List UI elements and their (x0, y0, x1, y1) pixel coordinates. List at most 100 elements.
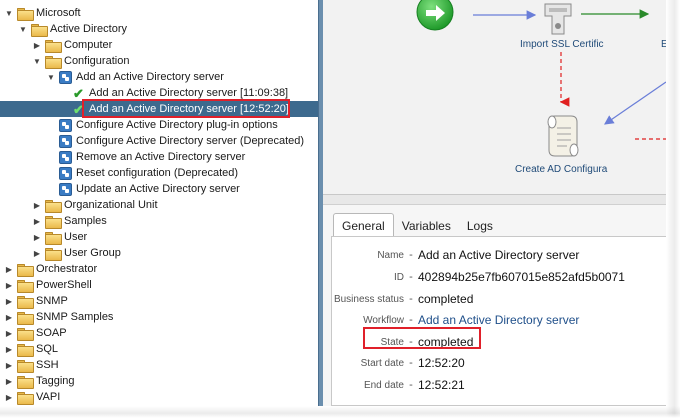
tree-item-label: SSH (36, 359, 59, 371)
tree-folder-item[interactable]: ▼ Microsoft (0, 5, 318, 21)
folder-icon (17, 327, 34, 341)
tree-folder-item[interactable]: ▼ Active Directory (0, 21, 318, 37)
expand-toggle-icon[interactable]: ▶ (32, 200, 42, 210)
import-ssl-node-icon[interactable] (544, 3, 572, 35)
tree-item-label: Samples (64, 215, 107, 227)
tree-folder-item[interactable]: ▶ User (0, 229, 318, 245)
prop-workflow-link[interactable]: Add an Active Directory server (418, 313, 579, 327)
expand-toggle-icon[interactable]: ▶ (32, 40, 42, 50)
tree-folder-item[interactable]: ▶ Organizational Unit (0, 197, 318, 213)
create-ad-node-icon[interactable] (547, 115, 579, 157)
expand-toggle-icon[interactable]: ▶ (4, 392, 14, 402)
expand-toggle-icon[interactable]: ▶ (32, 216, 42, 226)
tree-folder-item[interactable]: ▶ SNMP Samples (0, 309, 318, 325)
tree-item-label: User Group (64, 247, 121, 259)
tree-item-label: Microsoft (36, 7, 81, 19)
tree-folder-item[interactable]: ▶ SQL (0, 341, 318, 357)
tree-folder-item[interactable]: ▶ Computer (0, 37, 318, 53)
tree-folder-item[interactable]: ▶ SSH (0, 357, 318, 373)
folder-icon (17, 375, 34, 389)
state-highlight (363, 327, 481, 349)
tree-folder-item[interactable]: ▶ User Group (0, 245, 318, 261)
torn-edge-right (666, 0, 680, 418)
tree-folder-item[interactable]: ▶ PowerShell (0, 277, 318, 293)
folder-icon (31, 23, 48, 37)
expand-toggle-icon[interactable]: ▶ (4, 328, 14, 338)
collapse-toggle-icon[interactable]: ▼ (4, 8, 14, 18)
prop-start-date-value: 12:52:20 (418, 356, 465, 370)
tab-logs[interactable]: Logs (459, 215, 501, 237)
workflow-icon (59, 166, 72, 180)
folder-icon (17, 295, 34, 309)
collapse-toggle-icon[interactable]: ▼ (18, 24, 28, 34)
expand-toggle-icon[interactable]: ▶ (4, 344, 14, 354)
tree-workflow-item[interactable]: Configure Active Directory server (Depre… (0, 133, 318, 149)
workflow-icon (59, 150, 72, 164)
workflow-icon (59, 134, 72, 148)
tree-folder-item[interactable]: ▶ SOAP (0, 325, 318, 341)
general-properties: Name - Add an Active Directory server ID… (331, 236, 666, 406)
tree-item-label: VAPI (36, 391, 61, 403)
tree-item-label: SNMP Samples (36, 311, 114, 323)
workflow-tree: ▼ Microsoft ▼ Active Directory ▶ Computer ▼ Con… (0, 0, 318, 406)
tree-item-label: SQL (36, 343, 59, 355)
import-ssl-node-label[interactable]: Import SSL Certific (520, 39, 604, 50)
tree-workflow-item[interactable]: Reset configuration (Deprecated) (0, 165, 318, 181)
expand-toggle-icon[interactable]: ▶ (32, 248, 42, 258)
folder-icon (17, 263, 34, 277)
folder-icon (45, 55, 62, 69)
prop-separator: - (409, 293, 413, 305)
tree-folder-item[interactable]: ▶ VAPI (0, 389, 318, 405)
folder-icon (17, 7, 34, 21)
tree-folder-item[interactable]: ▼ Configuration (0, 53, 318, 69)
create-ad-node-label[interactable]: Create AD Configura (515, 164, 607, 175)
tree-folder-item[interactable]: ▶ Tagging (0, 373, 318, 389)
run-details-panel: General Variables Logs Name - Add an Act… (323, 195, 666, 406)
expand-toggle-icon[interactable]: ▶ (4, 280, 14, 290)
tree-item-label: Update an Active Directory server (76, 183, 240, 195)
prop-workflow-label: Workflow (363, 314, 404, 326)
tree-item-label: Orchestrator (36, 263, 98, 275)
collapse-toggle-icon[interactable]: ▼ (46, 72, 56, 82)
app-window: ▼ Microsoft ▼ Active Directory ▶ Computer ▼ Con… (0, 0, 680, 418)
folder-icon (45, 215, 62, 229)
tree-workflow-item[interactable]: Update an Active Directory server (0, 181, 318, 197)
expand-toggle-icon[interactable]: ▶ (4, 376, 14, 386)
tree-workflow-item[interactable]: ▼ Add an Active Directory server (0, 69, 318, 85)
folder-icon (45, 199, 62, 213)
prop-name-label: Name (377, 249, 404, 261)
tree-workflow-item[interactable]: Remove an Active Directory server (0, 149, 318, 165)
tab-variables[interactable]: Variables (394, 215, 459, 237)
expand-toggle-icon[interactable]: ▶ (32, 232, 42, 242)
tree-item-label: Add an Active Directory server [11:09:38… (89, 87, 289, 99)
tree-folder-item[interactable]: ▶ Orchestrator (0, 261, 318, 277)
schema-diagram (416, 0, 666, 157)
prop-id-label: ID (394, 271, 404, 283)
expand-toggle-icon[interactable]: ▶ (4, 296, 14, 306)
completed-check-icon: ✔ (73, 85, 84, 101)
prop-row-business-status: Business status - completed (332, 291, 667, 307)
folder-icon (45, 231, 62, 245)
tree-item-label: Active Directory (50, 23, 128, 35)
prop-row-end-date: End date - 12:52:21 (332, 377, 667, 393)
prop-separator: - (409, 357, 413, 369)
tree-workflow-item[interactable]: Configure Active Directory plug-in optio… (0, 117, 318, 133)
expand-toggle-icon[interactable]: ▶ (4, 264, 14, 274)
expand-toggle-icon[interactable]: ▶ (4, 360, 14, 370)
tree-item-label: Configuration (64, 55, 130, 67)
tree-folder-item[interactable]: ▶ Samples (0, 213, 318, 229)
tree-item-label: Configure Active Directory server (Depre… (76, 135, 305, 147)
tree-item-label: Reset configuration (Deprecated) (76, 167, 239, 179)
panel-divider[interactable] (323, 195, 666, 205)
expand-toggle-icon[interactable]: ▶ (4, 312, 14, 322)
torn-edge-bottom (0, 406, 680, 418)
start-node-icon[interactable] (416, 0, 454, 31)
tab-general[interactable]: General (333, 213, 394, 237)
tree-folder-item[interactable]: ▶ SNMP (0, 293, 318, 309)
prop-row-name: Name - Add an Active Directory server (332, 247, 667, 263)
collapse-toggle-icon[interactable]: ▼ (32, 56, 42, 66)
